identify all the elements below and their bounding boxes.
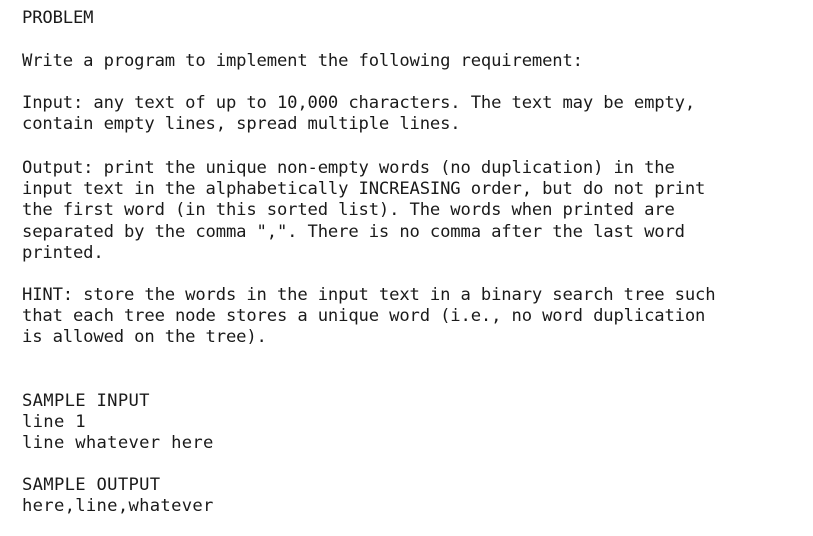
paragraph-line: printed. [22, 242, 104, 263]
intro-paragraph: Write a program to implement the followi… [22, 51, 583, 71]
problem-heading: PROBLEM [22, 8, 94, 28]
hint-paragraph: HINT: store the words in the input text … [22, 285, 716, 349]
paragraph-line: the first word (in this sorted list). Th… [22, 200, 675, 221]
sample-input-line: line 1 [22, 412, 86, 433]
sample-output-label: SAMPLE OUTPUT [22, 475, 161, 495]
sample-input-block: SAMPLE INPUT line 1 line whatever here [22, 391, 214, 455]
sample-output-line: here,line,whatever [22, 496, 214, 517]
paragraph-line: is allowed on the tree). [22, 327, 267, 348]
paragraph-line: Input: any text of up to 10,000 characte… [22, 93, 696, 113]
sample-input-line: line whatever here [22, 433, 214, 454]
paragraph-line: HINT: store the words in the input text … [22, 285, 716, 305]
paragraph-line: Output: print the unique non-empty words… [22, 158, 675, 178]
paragraph-line: that each tree node stores a unique word… [22, 306, 706, 327]
paragraph-line: separated by the comma ",". There is no … [22, 221, 685, 242]
paragraph-line: contain empty lines, spread multiple lin… [22, 114, 461, 135]
output-requirement-paragraph: Output: print the unique non-empty words… [22, 158, 705, 264]
input-requirement-paragraph: Input: any text of up to 10,000 characte… [22, 93, 695, 135]
sample-output-block: SAMPLE OUTPUT here,line,whatever [22, 475, 214, 517]
sample-input-label: SAMPLE INPUT [22, 391, 150, 411]
paragraph-line: input text in the alphabetically INCREAS… [22, 179, 706, 200]
